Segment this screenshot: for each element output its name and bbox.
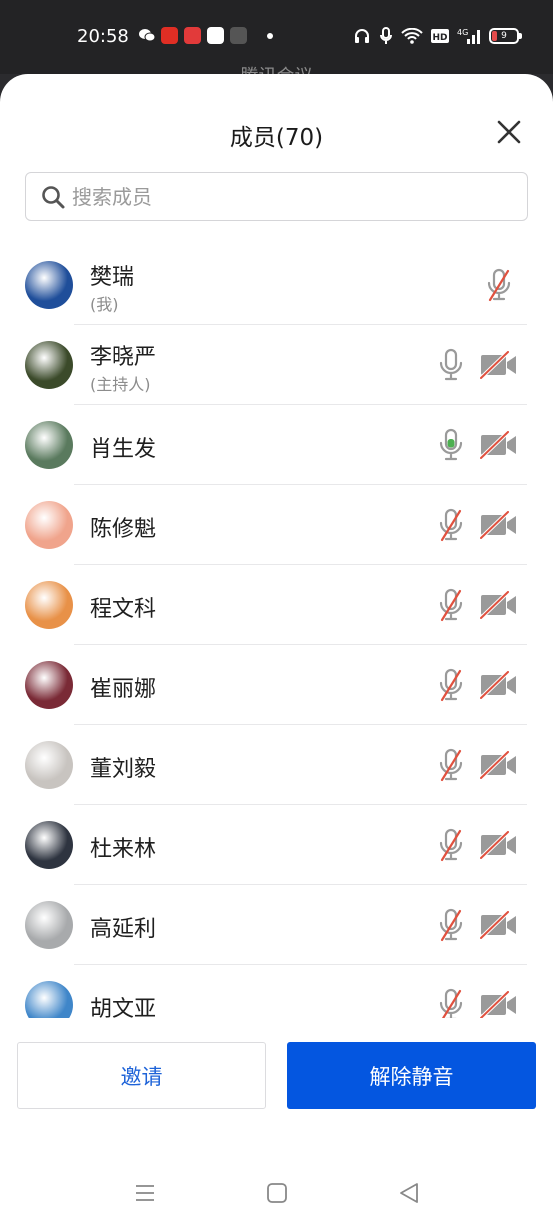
home-icon[interactable] xyxy=(265,1181,289,1205)
member-name: 杜来林 xyxy=(90,837,157,862)
member-name: 陈修魁 xyxy=(90,517,157,542)
mic-speaking-icon[interactable] xyxy=(438,428,464,462)
avatar xyxy=(25,421,73,469)
mic-muted-icon[interactable] xyxy=(438,668,464,702)
back-icon[interactable] xyxy=(397,1181,421,1205)
camera-off-icon[interactable] xyxy=(480,511,518,539)
avatar xyxy=(25,821,73,869)
svg-text:HD: HD xyxy=(432,33,447,43)
camera-off-icon[interactable] xyxy=(480,671,518,699)
member-role: (我) xyxy=(90,295,119,314)
camera-off-icon[interactable] xyxy=(480,751,518,779)
search-icon xyxy=(42,185,65,208)
mic-muted-icon[interactable] xyxy=(438,988,464,1018)
member-row[interactable]: 高延利 xyxy=(0,885,553,965)
pinduoduo-icon xyxy=(161,27,178,44)
notification-dot xyxy=(267,32,273,39)
unmute-all-button[interactable]: 解除静音 xyxy=(287,1042,536,1109)
member-row[interactable]: 樊瑞 (我) xyxy=(0,245,553,325)
member-row[interactable]: 董刘毅 xyxy=(0,725,553,805)
mic-muted-icon[interactable] xyxy=(438,828,464,862)
status-system-icons: HD 4G 9 xyxy=(353,27,522,45)
member-row[interactable]: 程文科 xyxy=(0,565,553,645)
menu-icon[interactable] xyxy=(133,1181,157,1205)
hd-icon: HD xyxy=(431,29,449,43)
member-name: 高延利 xyxy=(90,917,157,942)
avatar xyxy=(25,981,73,1018)
avatar xyxy=(25,901,73,949)
member-row[interactable]: 杜来林 xyxy=(0,805,553,885)
headphones-icon xyxy=(355,29,369,43)
mic-muted-icon[interactable] xyxy=(486,268,512,302)
mic-icon xyxy=(380,27,392,44)
mic-muted-icon[interactable] xyxy=(438,908,464,942)
avatar xyxy=(25,261,73,309)
camera-off-icon[interactable] xyxy=(480,911,518,939)
member-name: 李晓严 xyxy=(90,345,157,370)
avatar xyxy=(25,661,73,709)
mic-icon[interactable] xyxy=(438,348,464,382)
member-row[interactable]: 李晓严 (主持人) xyxy=(0,325,553,405)
status-app-icons xyxy=(138,27,273,44)
wifi-icon xyxy=(401,28,423,44)
baidu-icon xyxy=(207,27,224,44)
mic-muted-icon[interactable] xyxy=(438,588,464,622)
music-icon xyxy=(230,27,247,44)
camera-off-icon[interactable] xyxy=(480,831,518,859)
svg-text:4G: 4G xyxy=(457,28,468,37)
battery-icon: 9 xyxy=(489,28,522,44)
member-row[interactable]: 崔丽娜 xyxy=(0,645,553,725)
member-name: 董刘毅 xyxy=(90,757,157,782)
avatar xyxy=(25,341,73,389)
toutiao-icon xyxy=(184,27,201,44)
search-box[interactable] xyxy=(25,172,528,221)
invite-button[interactable]: 邀请 xyxy=(17,1042,266,1109)
sheet-title: 成员(70) xyxy=(229,125,324,151)
members-sheet: 成员(70) 樊瑞 (我) 李晓严 (主持人) 肖生发陈修魁程文科崔丽娜董刘毅杜来林高延… xyxy=(0,74,553,1229)
member-name: 樊瑞 xyxy=(90,265,135,290)
signal-icon: 4G xyxy=(457,28,480,44)
member-name: 崔丽娜 xyxy=(90,677,157,702)
wechat-icon xyxy=(138,27,156,44)
battery-level: 9 xyxy=(501,31,507,41)
camera-off-icon[interactable] xyxy=(480,991,518,1018)
member-row[interactable]: 肖生发 xyxy=(0,405,553,485)
mic-muted-icon[interactable] xyxy=(438,508,464,542)
member-name: 肖生发 xyxy=(90,437,157,462)
member-list[interactable]: 樊瑞 (我) 李晓严 (主持人) 肖生发陈修魁程文科崔丽娜董刘毅杜来林高延利胡文亚 xyxy=(0,245,553,1018)
camera-off-icon[interactable] xyxy=(480,431,518,459)
mic-muted-icon[interactable] xyxy=(438,748,464,782)
search-input[interactable] xyxy=(72,184,492,209)
member-row[interactable]: 陈修魁 xyxy=(0,485,553,565)
system-nav-bar xyxy=(0,1169,553,1219)
close-icon[interactable] xyxy=(495,118,523,146)
avatar xyxy=(25,741,73,789)
member-role: (主持人) xyxy=(90,375,151,394)
member-name: 程文科 xyxy=(90,597,157,622)
camera-off-icon[interactable] xyxy=(480,351,518,379)
member-row[interactable]: 胡文亚 xyxy=(0,965,553,1018)
avatar xyxy=(25,581,73,629)
status-time: 20:58 xyxy=(77,26,129,47)
camera-off-icon[interactable] xyxy=(480,591,518,619)
avatar xyxy=(25,501,73,549)
member-name: 胡文亚 xyxy=(90,997,157,1018)
